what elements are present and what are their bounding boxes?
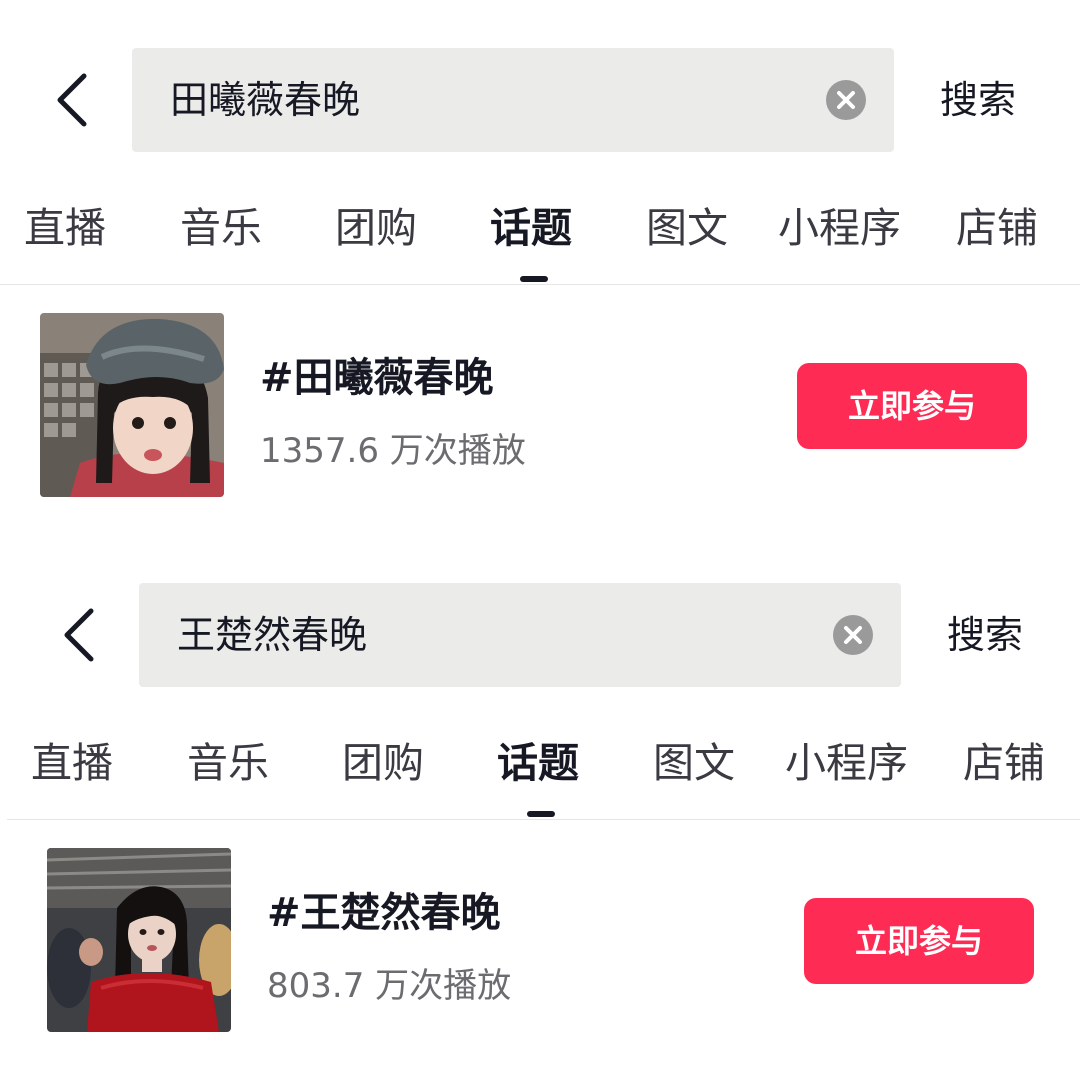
join-topic-button[interactable]: 立即参与 (804, 898, 1034, 984)
topic-thumbnail[interactable] (40, 313, 224, 497)
topic-title[interactable]: #王楚然春晚 (267, 880, 501, 938)
search-box[interactable]: 田曦薇春晚 (132, 48, 894, 152)
tab-music[interactable]: 音乐 (180, 186, 262, 270)
tab-topics[interactable]: 话题 (497, 721, 579, 805)
divider (7, 819, 1080, 820)
tab-bar: 直播 音乐 团购 话题 图文 小程序 店铺 (7, 721, 1080, 817)
tab-bar: 直播 音乐 团购 话题 图文 小程序 店铺 (0, 186, 1080, 282)
topic-title[interactable]: #田曦薇春晚 (260, 345, 494, 403)
search-results-panel-2: 王楚然春晚 搜索 直播 音乐 团购 话题 图文 小程序 店铺 #王楚然春晚 80… (7, 535, 1080, 1055)
tab-live[interactable]: 直播 (24, 186, 106, 270)
topic-thumbnail[interactable] (47, 848, 231, 1032)
search-submit-button[interactable]: 搜索 (940, 48, 1016, 152)
clear-circle-icon (837, 91, 855, 109)
topic-play-count: 1357.6 万次播放 (260, 431, 526, 471)
tab-group-buy[interactable]: 团购 (342, 721, 424, 805)
tab-stores[interactable]: 店铺 (963, 721, 1045, 805)
topic-result-row[interactable]: #王楚然春晚 803.7 万次播放 立即参与 (47, 848, 1047, 1034)
join-topic-button[interactable]: 立即参与 (797, 363, 1027, 449)
search-results-panel-1: 田曦薇春晚 搜索 直播 音乐 团购 话题 图文 小程序 店铺 #田曦薇春晚 13… (0, 0, 1080, 520)
tab-mini-programs[interactable]: 小程序 (785, 721, 908, 805)
tab-mini-programs[interactable]: 小程序 (778, 186, 901, 270)
clear-circle-icon (844, 626, 862, 644)
tab-image-text[interactable]: 图文 (653, 721, 735, 805)
topic-thumbnail-image (40, 313, 224, 497)
tab-music[interactable]: 音乐 (187, 721, 269, 805)
active-tab-indicator (520, 276, 548, 282)
search-box[interactable]: 王楚然春晚 (139, 583, 901, 687)
screenshot-stage: 田曦薇春晚 搜索 直播 音乐 团购 话题 图文 小程序 店铺 #田曦薇春晚 13… (0, 0, 1080, 1080)
back-button[interactable] (57, 605, 105, 665)
active-tab-indicator (527, 811, 555, 817)
search-submit-button[interactable]: 搜索 (947, 583, 1023, 687)
tab-topics[interactable]: 话题 (490, 186, 572, 270)
clear-search-button[interactable] (826, 80, 866, 120)
topic-play-count: 803.7 万次播放 (267, 966, 512, 1006)
tab-image-text[interactable]: 图文 (646, 186, 728, 270)
search-input[interactable]: 王楚然春晚 (177, 583, 367, 687)
topic-result-row[interactable]: #田曦薇春晚 1357.6 万次播放 立即参与 (40, 313, 1040, 499)
search-input[interactable]: 田曦薇春晚 (170, 48, 360, 152)
tab-live[interactable]: 直播 (31, 721, 113, 805)
tab-group-buy[interactable]: 团购 (335, 186, 417, 270)
tab-stores[interactable]: 店铺 (956, 186, 1038, 270)
divider (0, 284, 1080, 285)
chevron-left-icon (57, 73, 87, 127)
chevron-left-icon (64, 608, 94, 662)
topic-thumbnail-image (47, 848, 231, 1032)
back-button[interactable] (50, 70, 98, 130)
clear-search-button[interactable] (833, 615, 873, 655)
